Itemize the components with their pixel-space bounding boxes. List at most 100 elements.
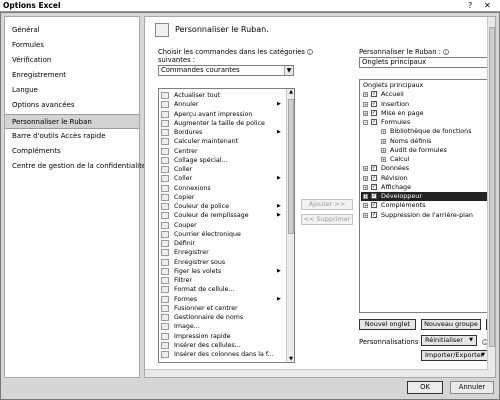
command-item[interactable]: Fusionner et centrer <box>161 304 286 313</box>
reset-button[interactable]: Réinitialiser ▼ <box>421 335 477 346</box>
commands-list[interactable]: ▲ ▼ Actualiser tout Annuler ▶ Aperçu avant … <box>158 88 295 363</box>
tree-item-label: Onglets principaux <box>363 81 424 89</box>
command-item[interactable]: Bordures ▶ <box>161 128 286 137</box>
command-item[interactable]: Calculer maintenant <box>161 137 286 146</box>
nav-item[interactable]: Général <box>5 23 139 38</box>
ribbon-tree[interactable]: Onglets principaux + ✓ Accueil + ✓ Insertion + ✓… <box>359 79 495 313</box>
expand-icon[interactable]: + <box>363 166 368 172</box>
nav-item[interactable]: Barre d'outils Accès rapide <box>5 129 139 144</box>
checkbox[interactable]: ✓ <box>371 183 377 190</box>
nav-item[interactable]: Centre de gestion de la confidentialité <box>5 159 146 174</box>
panel-horizontal-scrollbar[interactable] <box>145 369 489 377</box>
expand-icon[interactable]: + <box>381 157 386 162</box>
checkbox[interactable]: ✓ <box>371 109 377 116</box>
nav-item[interactable]: Compléments <box>5 144 139 159</box>
add-button[interactable]: Ajouter >> <box>301 199 353 210</box>
command-item[interactable]: Filtrer <box>161 276 286 285</box>
nav-item[interactable]: Enregistrement <box>5 68 139 83</box>
tree-item[interactable]: + ✓ Développeur <box>361 192 493 202</box>
expand-icon[interactable]: + <box>363 203 368 209</box>
checkbox[interactable]: ✓ <box>371 165 377 172</box>
expand-icon[interactable]: + <box>381 138 386 144</box>
remove-button[interactable]: << Supprimer <box>301 214 353 225</box>
command-item[interactable]: Insérer des colonnes dans la f... <box>161 350 286 359</box>
expand-icon[interactable]: + <box>381 129 386 135</box>
cancel-button[interactable]: Annuler <box>450 381 494 394</box>
nav-item[interactable]: Options avancées <box>5 98 139 113</box>
close-button[interactable]: ✕ <box>484 0 491 11</box>
ribbon-tabs-dropdown[interactable]: Onglets principaux <box>359 57 489 68</box>
expand-icon[interactable]: + <box>363 92 368 98</box>
command-item[interactable]: Coller <box>161 165 286 174</box>
expand-icon[interactable]: + <box>381 147 386 153</box>
command-item[interactable]: Figer les volets ▶ <box>161 267 286 276</box>
tree-item[interactable]: + ✓ Insertion <box>361 100 493 109</box>
command-item[interactable]: Couper <box>161 221 286 230</box>
panel-vertical-scrollbar[interactable] <box>487 17 495 377</box>
command-item[interactable]: Coller ▶ <box>161 174 286 183</box>
nav-item[interactable]: Personnaliser le Ruban <box>5 114 139 129</box>
command-item[interactable]: Insérer des cellules... <box>161 341 286 350</box>
expand-icon[interactable]: + <box>363 184 368 190</box>
checkbox[interactable]: ✓ <box>371 91 377 98</box>
tree-item[interactable]: + Calcul <box>361 155 493 164</box>
scroll-up-icon[interactable]: ▲ <box>287 89 294 95</box>
command-item[interactable]: Couleur de remplissage ▶ <box>161 211 286 220</box>
command-item[interactable]: Centrer <box>161 147 286 156</box>
command-item[interactable]: Connexions <box>161 184 286 193</box>
checkbox[interactable]: ✓ <box>371 193 377 199</box>
scroll-thumb[interactable] <box>489 27 495 347</box>
checkbox[interactable]: ✓ <box>371 119 377 125</box>
commands-category-dropdown[interactable]: Commandes courantes ▼ <box>158 65 294 76</box>
expand-icon[interactable]: + <box>363 194 368 199</box>
command-item[interactable]: Formes ▶ <box>161 295 286 304</box>
nav-item[interactable]: Langue <box>5 83 139 98</box>
commands-list-scrollbar[interactable]: ▲ ▼ <box>286 89 294 362</box>
command-item[interactable]: Actualiser tout <box>161 91 286 100</box>
command-item[interactable]: Enregistrer sous <box>161 258 286 267</box>
command-item[interactable]: Format de cellule... <box>161 285 286 294</box>
command-item[interactable]: Aperçu avant impression <box>161 110 286 119</box>
chevron-down-icon[interactable]: ▼ <box>284 66 293 75</box>
command-item[interactable]: Image... <box>161 322 286 331</box>
tree-item[interactable]: + ✓ Mise en page <box>361 109 493 118</box>
tree-item[interactable]: + Bibliothèque de fonctions <box>361 127 493 136</box>
scroll-thumb[interactable] <box>288 99 294 234</box>
tree-item[interactable]: + ✓ Révision <box>361 174 493 183</box>
command-item[interactable]: Augmenter la taille de police <box>161 119 286 128</box>
checkbox[interactable]: ✓ <box>371 100 377 107</box>
tree-item[interactable]: − ✓ Formules <box>361 118 493 127</box>
command-item[interactable]: Couleur de police ▶ <box>161 202 286 211</box>
checkbox[interactable]: ✓ <box>371 202 377 209</box>
new-group-button[interactable]: Nouveau groupe <box>421 319 481 330</box>
expand-icon[interactable]: + <box>363 175 368 181</box>
checkbox[interactable]: ✓ <box>371 174 377 181</box>
tree-item[interactable]: + ✓ Compléments <box>361 201 493 210</box>
tree-item[interactable]: + Noms définis <box>361 137 493 146</box>
command-item[interactable]: Enregistrer <box>161 248 286 257</box>
command-item[interactable]: Collage spécial... <box>161 156 286 165</box>
nav-item[interactable]: Vérification <box>5 53 139 68</box>
ok-button[interactable]: OK <box>407 381 443 394</box>
command-item[interactable]: Gestionnaire de noms <box>161 313 286 322</box>
scroll-down-icon[interactable]: ▼ <box>287 356 294 362</box>
tree-item[interactable]: + ✓ Suppression de l'arrière-plan <box>361 211 493 220</box>
command-item[interactable]: Impression rapide <box>161 332 286 341</box>
import-export-button[interactable]: Importer/Exporter ▼ <box>421 350 489 361</box>
collapse-icon[interactable]: − <box>363 120 368 125</box>
command-item[interactable]: Copier <box>161 193 286 202</box>
expand-icon[interactable]: + <box>363 110 368 116</box>
tree-item[interactable]: + ✓ Affichage <box>361 183 493 192</box>
expand-icon[interactable]: + <box>363 101 368 107</box>
nav-item[interactable]: Formules <box>5 38 139 53</box>
checkbox[interactable]: ✓ <box>371 211 377 218</box>
tree-item[interactable]: + ✓ Accueil <box>361 90 493 99</box>
tree-item[interactable]: + ✓ Données <box>361 164 493 173</box>
tree-item[interactable]: + Audit de formules <box>361 146 493 155</box>
command-item[interactable]: Courrier électronique <box>161 230 286 239</box>
command-item[interactable]: Annuler ▶ <box>161 100 286 109</box>
help-button[interactable]: ? <box>468 0 472 11</box>
new-tab-button[interactable]: Nouvel onglet <box>359 319 416 330</box>
expand-icon[interactable]: + <box>363 212 368 218</box>
command-item[interactable]: Définir <box>161 239 286 248</box>
